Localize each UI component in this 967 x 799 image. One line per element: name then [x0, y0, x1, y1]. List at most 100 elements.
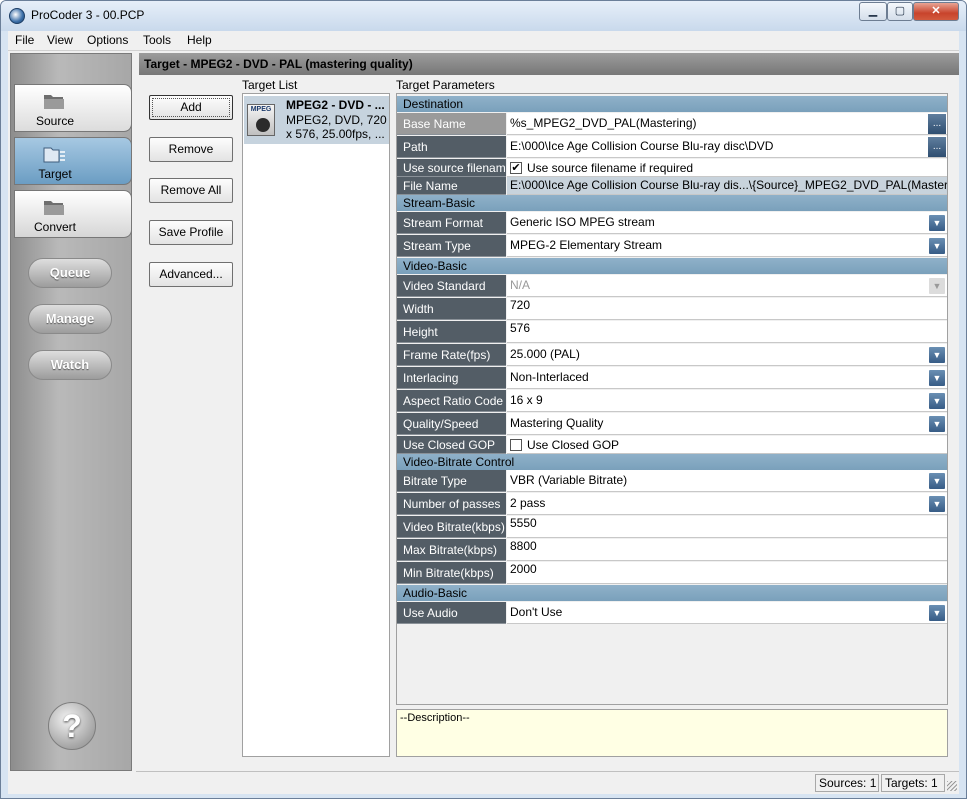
quality-speed-select[interactable]: Mastering Quality ▼: [507, 413, 947, 435]
min-bitrate-input[interactable]: 2000: [507, 562, 947, 584]
param-name: Base Name: [397, 113, 506, 135]
closed-gop-checkbox[interactable]: [510, 439, 522, 451]
use-audio-select[interactable]: Don't Use ▼: [507, 602, 947, 624]
param-row-stream-type[interactable]: Stream Type MPEG-2 Elementary Stream ▼: [397, 235, 947, 257]
interlacing-select[interactable]: Non-Interlaced ▼: [507, 367, 947, 389]
param-row-use-audio[interactable]: Use Audio Don't Use ▼: [397, 602, 947, 624]
param-row-bitrate-type[interactable]: Bitrate Type VBR (Variable Bitrate) ▼: [397, 470, 947, 492]
remove-all-button[interactable]: Remove All: [149, 178, 233, 203]
param-row-stream-format[interactable]: Stream Format Generic ISO MPEG stream ▼: [397, 212, 947, 234]
height-input[interactable]: 576: [507, 321, 947, 343]
nav-tab-source[interactable]: Source: [14, 84, 132, 132]
param-row-interlacing[interactable]: Interlacing Non-Interlaced ▼: [397, 367, 947, 389]
close-button[interactable]: ✕: [913, 2, 959, 21]
menu-options[interactable]: Options: [87, 33, 128, 47]
add-button[interactable]: Add: [149, 95, 233, 120]
param-row-base-name[interactable]: Base Name %s_MPEG2_DVD_PAL(Mastering)...: [397, 113, 947, 135]
nav-tab-convert[interactable]: Convert: [14, 190, 132, 238]
maximize-button[interactable]: ▢: [887, 2, 913, 21]
chevron-down-icon[interactable]: ▼: [929, 370, 945, 386]
stream-type-select[interactable]: MPEG-2 Elementary Stream ▼: [507, 235, 947, 257]
description-panel: --Description--: [396, 709, 948, 757]
target-header: Target - MPEG2 - DVD - PAL (mastering qu…: [139, 53, 959, 75]
param-name: Stream Format: [397, 212, 506, 234]
param-row-frame-rate[interactable]: Frame Rate(fps) 25.000 (PAL) ▼: [397, 344, 947, 366]
section-destination[interactable]: Destination: [397, 96, 947, 112]
nav-tab-target[interactable]: Target: [14, 137, 132, 185]
param-row-closed-gop[interactable]: Use Closed GOP Use Closed GOP: [397, 436, 947, 454]
param-name: Height: [397, 321, 506, 343]
mpeg-icon-text: MPEG: [250, 106, 272, 113]
param-row-video-bitrate[interactable]: Video Bitrate(kbps) 5550: [397, 516, 947, 538]
width-input[interactable]: 720: [507, 298, 947, 320]
video-bitrate-input[interactable]: 5550: [507, 516, 947, 538]
menu-tools[interactable]: Tools: [143, 33, 171, 47]
param-value: 2 pass: [510, 496, 546, 510]
target-list[interactable]: MPEG MPEG2 - DVD - ... MPEG2, DVD, 720 x…: [242, 93, 390, 757]
section-audio-basic[interactable]: Audio-Basic: [397, 585, 947, 601]
param-name: Number of passes: [397, 493, 506, 515]
param-name: Frame Rate(fps): [397, 344, 506, 366]
param-row-use-source[interactable]: Use source filenam... ✔ Use source filena…: [397, 159, 947, 177]
passes-select[interactable]: 2 pass ▼: [507, 493, 947, 515]
frame-rate-select[interactable]: 25.000 (PAL) ▼: [507, 344, 947, 366]
save-profile-button[interactable]: Save Profile: [149, 220, 233, 245]
param-row-height[interactable]: Height 576: [397, 321, 947, 343]
param-row-width[interactable]: Width 720: [397, 298, 947, 320]
minimize-button[interactable]: ▁: [859, 2, 887, 21]
client-area: Source Target Convert Queue Manage Watch…: [8, 51, 959, 794]
manage-button[interactable]: Manage: [28, 304, 112, 334]
aspect-ratio-select[interactable]: 16 x 9 ▼: [507, 390, 947, 412]
max-bitrate-input[interactable]: 8800: [507, 539, 947, 561]
menu-view[interactable]: View: [47, 33, 73, 47]
chevron-down-icon[interactable]: ▼: [929, 496, 945, 512]
param-name: Quality/Speed: [397, 413, 506, 435]
base-name-input[interactable]: %s_MPEG2_DVD_PAL(Mastering)...: [507, 113, 947, 135]
status-targets: Targets: 1: [881, 774, 945, 792]
advanced-button[interactable]: Advanced...: [149, 262, 233, 287]
section-video-bitrate-control[interactable]: Video-Bitrate Control: [397, 454, 947, 470]
param-name: Aspect Ratio Code: [397, 390, 506, 412]
chevron-down-icon[interactable]: ▼: [929, 215, 945, 231]
left-nav-panel: Source Target Convert Queue Manage Watch…: [10, 53, 132, 771]
section-video-basic[interactable]: Video-Basic: [397, 258, 947, 274]
param-name: Max Bitrate(kbps): [397, 539, 506, 561]
chevron-down-icon: ▼: [929, 278, 945, 294]
remove-button[interactable]: Remove: [149, 137, 233, 162]
target-list-item[interactable]: MPEG MPEG2 - DVD - ... MPEG2, DVD, 720 x…: [244, 96, 389, 144]
param-row-aspect-ratio[interactable]: Aspect Ratio Code 16 x 9 ▼: [397, 390, 947, 412]
resize-grip-icon[interactable]: [947, 781, 957, 791]
title-bar: ProCoder 3 - 00.PCP ▁ ▢ ✕: [1, 1, 966, 31]
param-value: %s_MPEG2_DVD_PAL(Mastering): [510, 116, 697, 130]
menu-help[interactable]: Help: [187, 33, 212, 47]
chevron-down-icon[interactable]: ▼: [929, 416, 945, 432]
section-stream-basic[interactable]: Stream-Basic: [397, 195, 947, 211]
help-icon[interactable]: ?: [48, 702, 96, 750]
param-name: Min Bitrate(kbps): [397, 562, 506, 584]
use-source-checkbox[interactable]: ✔: [510, 162, 522, 174]
target-list-label: Target List: [242, 78, 298, 92]
chevron-down-icon[interactable]: ▼: [929, 605, 945, 621]
bitrate-type-select[interactable]: VBR (Variable Bitrate) ▼: [507, 470, 947, 492]
watch-button[interactable]: Watch: [28, 350, 112, 380]
param-row-quality-speed[interactable]: Quality/Speed Mastering Quality ▼: [397, 413, 947, 435]
chevron-down-icon[interactable]: ▼: [929, 473, 945, 489]
browse-ellipsis-button[interactable]: ...: [928, 114, 946, 134]
stream-format-select[interactable]: Generic ISO MPEG stream ▼: [507, 212, 947, 234]
browse-path-button[interactable]: ...: [928, 137, 946, 157]
param-row-max-bitrate[interactable]: Max Bitrate(kbps) 8800: [397, 539, 947, 561]
param-value: 16 x 9: [510, 393, 543, 407]
param-row-passes[interactable]: Number of passes 2 pass ▼: [397, 493, 947, 515]
param-value: Non-Interlaced: [510, 370, 589, 384]
menu-file[interactable]: File: [15, 33, 34, 47]
status-bar: Sources: 1 Targets: 1: [136, 771, 959, 793]
chevron-down-icon[interactable]: ▼: [929, 347, 945, 363]
param-row-min-bitrate[interactable]: Min Bitrate(kbps) 2000: [397, 562, 947, 584]
chevron-down-icon[interactable]: ▼: [929, 238, 945, 254]
queue-button[interactable]: Queue: [28, 258, 112, 288]
param-row-path[interactable]: Path E:\000\Ice Age Collision Course Blu…: [397, 136, 947, 158]
param-value: Generic ISO MPEG stream: [510, 215, 655, 229]
chevron-down-icon[interactable]: ▼: [929, 393, 945, 409]
path-input[interactable]: E:\000\Ice Age Collision Course Blu-ray …: [507, 136, 947, 158]
video-standard-select: N/A ▼: [507, 275, 947, 297]
